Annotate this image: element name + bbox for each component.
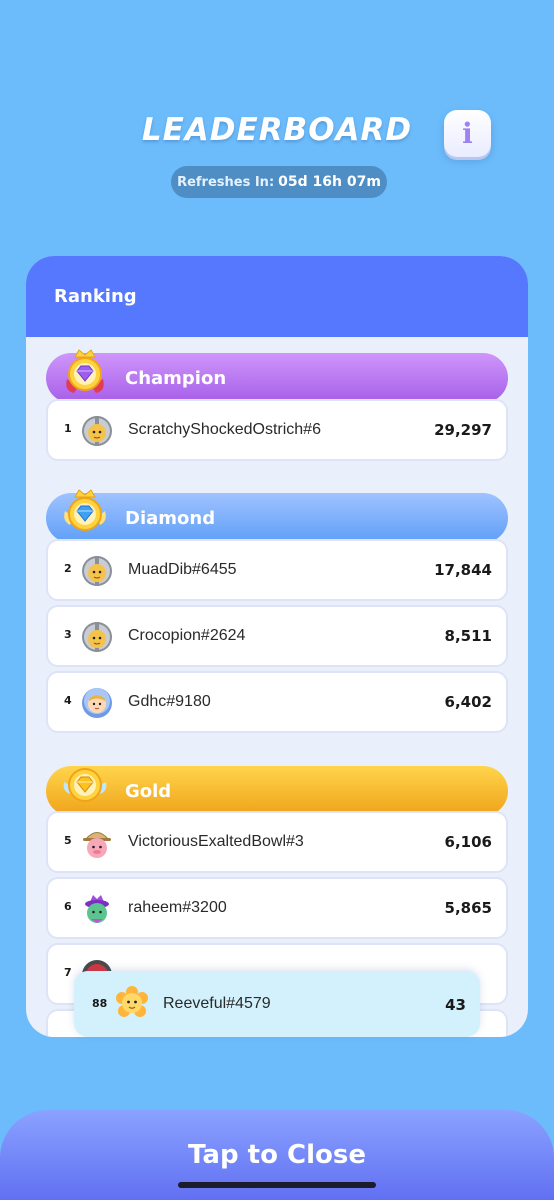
pink-explorer-avatar [83,832,111,858]
player-score: 6,106 [444,833,492,851]
tier-banner-diamond: Diamond [46,489,508,543]
knight-helmet-avatar [82,556,112,586]
player-name: Gdhc#9180 [128,693,211,710]
player-name: ScratchyShockedOstrich#6 [128,421,321,438]
home-indicator [178,1182,376,1188]
ranking-title: Ranking [54,286,137,307]
tier-label: Gold [125,781,172,802]
player-score: 6,402 [444,693,492,711]
rank-number: 5 [64,834,72,847]
leaderboard-row[interactable]: 6 raheem#3200 5,865 [46,877,508,939]
tier-banner-gold: Gold [46,766,508,816]
rank-number: 1 [64,422,72,435]
refresh-label: Refreshes In: [177,174,275,190]
current-user-row[interactable]: 88 Reeveful#4579 43 [74,971,480,1037]
player-score: 8,511 [444,627,492,645]
info-icon: i [462,117,473,150]
diamond-crown-gem-icon [64,489,106,531]
player-score: 43 [445,996,466,1014]
knight-helmet-avatar [82,622,112,652]
rank-number: 88 [92,997,108,1010]
player-score: 5,865 [444,899,492,917]
green-king-avatar [85,895,109,923]
info-button[interactable]: i [444,110,491,157]
refresh-countdown: 05d 16h 07m [278,174,381,190]
refresh-timer: Refreshes In: 05d 16h 07m [171,166,387,198]
leaderboard-row[interactable]: 4 Gdhc#9180 6,402 [46,671,508,733]
leaderboard-row[interactable]: 3 Crocopion#2624 8,511 [46,605,508,667]
player-name: raheem#3200 [128,899,227,916]
rank-number: 6 [64,900,72,913]
hooded-kid-avatar [82,688,112,718]
player-name: MuadDib#6455 [128,561,237,578]
close-label: Tap to Close [188,1140,366,1170]
player-score: 29,297 [434,421,492,439]
rank-number: 3 [64,628,72,641]
flower-avatar [116,986,148,1017]
tier-label: Diamond [125,508,216,529]
leaderboard-row[interactable]: 1 ScratchyShockedOstrich#6 29,297 [46,399,508,461]
rank-number: 2 [64,562,72,575]
ranking-panel[interactable]: Ranking Champion 1 ScratchyShockedOstric… [26,256,528,1037]
tier-banner-champion: Champion [46,349,508,403]
leaderboard-row[interactable]: 2 MuadDib#6455 17,844 [46,539,508,601]
tier-label: Champion [125,368,227,389]
leaderboard-row[interactable]: 5 VictoriousExaltedBowl#3 6,106 [46,811,508,873]
player-name: Reeveful#4579 [163,995,271,1012]
gold-winged-gem-icon [63,768,107,802]
rank-number: 4 [64,694,72,707]
player-score: 17,844 [434,561,492,579]
rank-number: 7 [64,966,72,979]
ranking-header: Ranking [26,256,528,337]
champion-crown-gem-icon [66,349,104,393]
player-name: VictoriousExaltedBowl#3 [128,833,304,850]
player-name: Crocopion#2624 [128,627,246,644]
knight-helmet-avatar [82,416,112,446]
